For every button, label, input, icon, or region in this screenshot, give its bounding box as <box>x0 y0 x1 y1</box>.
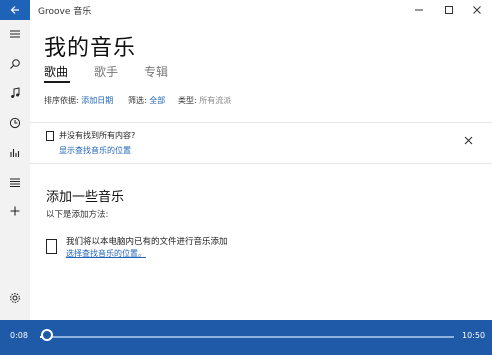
title-bar: Groove 音乐 <box>0 0 492 20</box>
hamburger-icon <box>10 30 20 38</box>
close-icon <box>464 136 473 145</box>
choose-music-location-link[interactable]: 选择查找音乐的位置。 <box>66 248 146 259</box>
elapsed-time: 0:08 <box>10 331 28 340</box>
active-tab-indicator <box>44 81 70 83</box>
filter-value[interactable]: 全部 <box>149 96 165 105</box>
tab-albums[interactable]: 专辑 <box>144 63 168 80</box>
app-title: Groove 音乐 <box>38 7 92 17</box>
dismiss-notice-button[interactable] <box>464 135 473 148</box>
divider <box>30 163 492 164</box>
missing-content-notice: 并没有找到所有内容? 显示查找音乐的位置 <box>30 123 492 163</box>
clock-icon <box>9 117 21 129</box>
plus-icon <box>10 206 20 216</box>
seek-track[interactable] <box>40 336 454 338</box>
music-note-icon <box>11 87 20 98</box>
close-icon <box>473 6 481 14</box>
back-arrow-icon <box>10 6 19 14</box>
sort-label: 排序依据: <box>44 96 79 105</box>
close-window-button[interactable] <box>464 0 490 20</box>
add-music-description: 我们将以本电脑内已有的文件进行音乐添加 <box>66 237 228 247</box>
playlist-icon <box>10 178 20 187</box>
genre-label: 类型: <box>178 96 197 105</box>
minimize-icon <box>415 9 423 11</box>
nav-rail <box>0 20 30 320</box>
gear-icon <box>10 293 20 303</box>
document-icon <box>46 131 54 141</box>
genre-value[interactable]: 所有流派 <box>199 96 231 105</box>
back-button[interactable] <box>0 0 30 20</box>
search-button[interactable] <box>7 56 23 72</box>
tab-songs[interactable]: 歌曲 <box>44 63 68 80</box>
minimize-button[interactable] <box>406 0 432 20</box>
player-bar: 0:08 10:50 <box>0 320 492 355</box>
filter-label: 筛选: <box>128 96 147 105</box>
now-playing-button[interactable] <box>7 144 23 160</box>
seek-thumb[interactable] <box>41 329 53 341</box>
sort-control[interactable]: 排序依据: 添加日期 <box>44 95 113 106</box>
filter-control[interactable]: 筛选: 全部 <box>128 95 165 106</box>
genre-control[interactable]: 类型: 所有流派 <box>178 95 231 106</box>
new-playlist-button[interactable] <box>7 203 23 219</box>
recent-plays-button[interactable] <box>7 115 23 131</box>
page-title: 我的音乐 <box>44 36 137 61</box>
settings-button[interactable] <box>7 290 23 306</box>
playlists-button[interactable] <box>7 174 23 190</box>
hamburger-menu-button[interactable] <box>7 26 23 42</box>
my-music-button[interactable] <box>7 85 23 101</box>
total-duration: 10:50 <box>462 331 486 340</box>
device-icon <box>46 239 57 254</box>
equalizer-icon <box>10 149 20 157</box>
add-music-heading: 添加一些音乐 <box>46 190 125 205</box>
add-music-subtitle: 以下是添加方法: <box>46 210 109 220</box>
maximize-icon <box>445 6 453 14</box>
search-icon <box>10 59 20 69</box>
groove-music-window: Groove 音乐 我的音乐 歌曲 歌手 专辑 排序依据: 添加日期 筛选: 全… <box>0 0 492 355</box>
maximize-button[interactable] <box>436 0 462 20</box>
show-music-locations-link[interactable]: 显示查找音乐的位置 <box>59 145 131 156</box>
sort-value[interactable]: 添加日期 <box>81 96 113 105</box>
tab-artists[interactable]: 歌手 <box>94 63 118 80</box>
notice-text: 并没有找到所有内容? <box>59 131 136 140</box>
